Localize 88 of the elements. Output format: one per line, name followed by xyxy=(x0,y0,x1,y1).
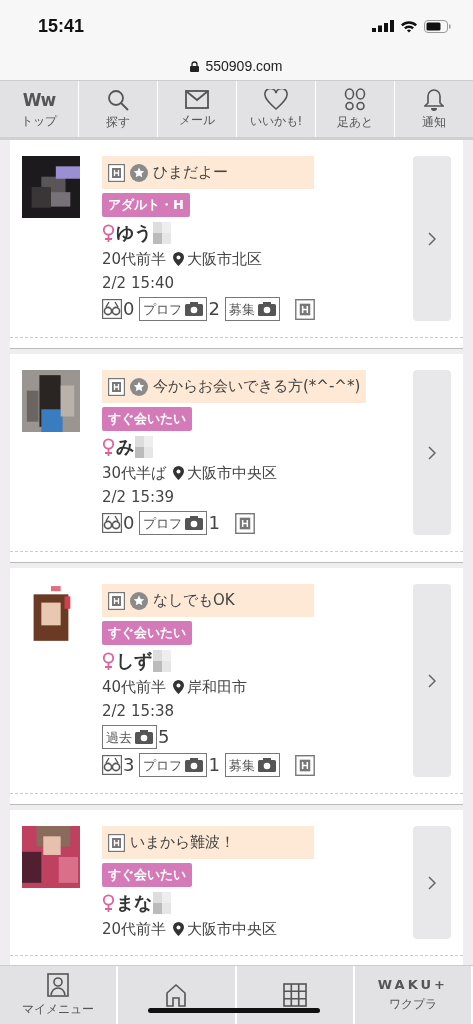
post-title: 今からお会いできる方(*^-^*) xyxy=(153,377,361,396)
h-mark-icon xyxy=(294,754,315,776)
chevron-icon xyxy=(428,231,436,246)
user-name: まな xyxy=(116,891,152,915)
age-text: 30代半ば xyxy=(102,463,167,483)
post-title: いまから難波！ xyxy=(130,833,235,852)
pin-icon xyxy=(173,466,185,480)
location-text: 大阪市中央区 xyxy=(187,463,278,483)
camera-icon xyxy=(185,516,204,530)
battery-icon xyxy=(424,19,451,33)
location-text: 大阪市北区 xyxy=(187,249,263,269)
category-tag: アダルト・H xyxy=(102,193,190,217)
mosaic-blur xyxy=(153,892,171,914)
person-icon xyxy=(47,972,70,997)
open-button[interactable] xyxy=(413,370,451,535)
mail-icon xyxy=(185,89,209,110)
female-icon xyxy=(102,651,115,671)
photo-badge-label: プロフ xyxy=(143,301,183,317)
photo-badge-label: 過去 xyxy=(106,729,132,745)
pin-icon xyxy=(173,680,185,694)
glasses-icon xyxy=(102,513,122,533)
pin-icon xyxy=(173,252,185,266)
camera-icon xyxy=(135,730,153,744)
h-mark-icon xyxy=(294,298,315,320)
post-time: 2/2 15:40 xyxy=(102,273,175,293)
pin-icon xyxy=(173,922,185,936)
user-name: み xyxy=(116,435,134,459)
glasses-icon xyxy=(102,755,122,775)
female-icon xyxy=(102,437,115,457)
wifi-icon xyxy=(400,19,418,33)
url-text: 550909.com xyxy=(205,58,283,74)
mosaic-blur xyxy=(153,222,171,244)
search-icon xyxy=(106,87,130,112)
photo-count: 5 xyxy=(158,727,170,747)
open-button[interactable] xyxy=(413,156,451,321)
glasses-icon xyxy=(102,299,122,319)
home-icon xyxy=(164,983,189,1007)
chevron-icon xyxy=(428,673,436,688)
photo-badge-label: 募集 xyxy=(228,757,255,773)
view-count: 3 xyxy=(123,755,135,775)
photo-count: 1 xyxy=(208,755,220,775)
h-mark-icon xyxy=(234,512,255,534)
footprints-icon xyxy=(344,87,366,112)
open-button[interactable] xyxy=(413,584,451,777)
lock-icon xyxy=(190,60,200,72)
signal-icon xyxy=(372,20,394,32)
post-card[interactable]: なしでもOK すぐ会いたい しず 40代前半 岸和田市 2/2 15:38 過去 5 3 プロフ 1 募集 xyxy=(10,568,463,805)
user-name: しず xyxy=(116,649,152,673)
post-card[interactable]: ひまだよー アダルト・H ゆう 20代前半 大阪市北区 2/2 15:40 0 プロフ 2 募集 xyxy=(10,140,463,349)
post-title: ひまだよー xyxy=(153,163,228,182)
location-text: 大阪市中央区 xyxy=(187,919,278,939)
post-time: 2/2 15:39 xyxy=(102,487,175,507)
photo-badge-label: プロフ xyxy=(143,757,183,773)
post-time: 2/2 15:38 xyxy=(102,701,175,721)
camera-icon xyxy=(257,302,276,316)
open-button[interactable] xyxy=(413,826,451,939)
location-text: 岸和田市 xyxy=(187,677,248,697)
camera-icon xyxy=(185,758,204,772)
age-text: 20代前半 xyxy=(102,919,167,939)
photo-badge-label: プロフ xyxy=(143,515,183,531)
bell-icon xyxy=(424,87,444,112)
female-icon xyxy=(102,223,115,243)
heart-icon xyxy=(264,88,288,111)
camera-icon xyxy=(257,758,276,772)
mosaic-blur xyxy=(153,650,171,672)
logo-text: WAKU+ xyxy=(377,977,448,992)
photo-badge-label: 募集 xyxy=(228,301,255,317)
post-card[interactable]: いまから難波！ すぐ会いたい まな 20代前半 大阪市中央区 xyxy=(10,810,463,965)
post-title: なしでもOK xyxy=(153,591,235,610)
post-card[interactable]: 今からお会いできる方(*^-^*) すぐ会いたい み 30代半ば 大阪市中央区 2/2 15:39 0 プロフ 1 xyxy=(10,354,463,563)
view-count: 0 xyxy=(123,513,135,533)
logo-text: Ww xyxy=(22,88,56,111)
photo-count: 1 xyxy=(208,513,220,533)
chevron-icon xyxy=(428,875,436,890)
grid-icon xyxy=(282,983,307,1007)
photo-count: 2 xyxy=(208,299,220,319)
age-text: 40代前半 xyxy=(102,677,167,697)
camera-icon xyxy=(185,302,204,316)
category-tag: すぐ会いたい xyxy=(102,863,192,887)
status-time: 15:41 xyxy=(38,15,85,37)
user-name: ゆう xyxy=(116,221,152,245)
age-text: 20代前半 xyxy=(102,249,167,269)
mosaic-blur xyxy=(135,436,153,458)
category-tag: すぐ会いたい xyxy=(102,407,192,431)
female-icon xyxy=(102,893,115,913)
category-tag: すぐ会いたい xyxy=(102,621,192,645)
view-count: 0 xyxy=(123,299,135,319)
chevron-icon xyxy=(428,445,436,460)
